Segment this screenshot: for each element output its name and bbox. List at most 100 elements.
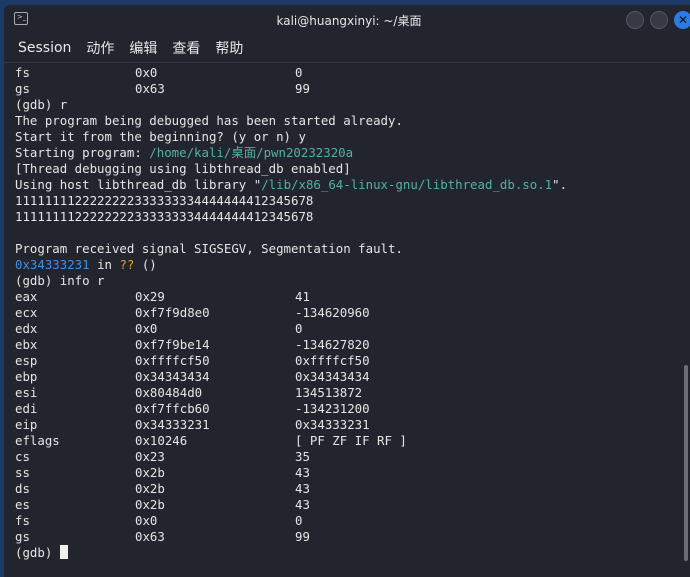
text: Using host libthread_db library " <box>15 177 262 192</box>
text: The program being debugged has been star… <box>15 113 403 128</box>
register-value: -134620960 <box>295 305 370 320</box>
register-name: gs <box>15 529 30 544</box>
register-value: 0 <box>295 321 303 336</box>
terminal-line: 1111111122222222333333334444444412345678 <box>15 209 690 225</box>
library-path: /lib/x86_64-linux-gnu/libthread_db.so.1 <box>261 177 553 192</box>
text: () <box>134 257 157 272</box>
register-value: 41 <box>295 289 310 304</box>
menu-edit[interactable]: 编辑 <box>129 38 157 58</box>
register-hex: 0x63 <box>135 529 165 544</box>
register-name: ecx <box>15 305 38 320</box>
register-value: 134513872 <box>295 385 363 400</box>
register-value: 35 <box>295 449 310 464</box>
register-name: es <box>15 497 30 512</box>
register-hex: 0x0 <box>135 321 158 336</box>
unknown-symbol: ?? <box>119 257 135 272</box>
register-row: esp 0xffffcf50 0xffffcf50 <box>15 353 690 369</box>
register-row: esi 0x80484d0 134513872 <box>15 385 690 401</box>
register-row: eflags 0x10246 [ PF ZF IF RF ] <box>15 433 690 449</box>
cursor <box>59 545 68 559</box>
terminal-line: Start it from the beginning? (y or n) y <box>15 129 690 145</box>
program-path: /home/kali/桌面/pwn20232320a <box>149 145 354 160</box>
register-value: 43 <box>295 481 310 496</box>
menu-help[interactable]: 帮助 <box>215 38 243 58</box>
register-hex: 0x80484d0 <box>135 385 203 400</box>
register-row: ds 0x2b 43 <box>15 481 690 497</box>
register-hex: 0x0 <box>135 513 158 528</box>
terminal-line: (gdb) <box>15 545 690 561</box>
terminal-line: Starting program: /home/kali/桌面/pwn20232… <box>15 145 690 161</box>
register-row: edi 0xf7ffcb60 -134231200 <box>15 401 690 417</box>
fault-address: 0x34333231 <box>15 257 90 272</box>
register-value: 99 <box>295 529 310 544</box>
register-row: edx 0x0 0 <box>15 321 690 337</box>
register-name: eip <box>15 417 38 432</box>
register-row: es 0x2b 43 <box>15 497 690 513</box>
register-hex: 0xf7f9be14 <box>135 337 210 352</box>
register-hex: 0x2b <box>135 497 165 512</box>
text: (gdb) r <box>15 97 68 112</box>
terminal-line: 1111111122222222333333334444444412345678 <box>15 193 690 209</box>
register-value: 43 <box>295 497 310 512</box>
register-hex: 0xf7ffcb60 <box>135 401 210 416</box>
register-row: fs 0x0 0 <box>15 65 690 81</box>
menu-actions[interactable]: 动作 <box>86 38 114 58</box>
register-value: -134627820 <box>295 337 370 352</box>
register-value: 0xffffcf50 <box>295 353 370 368</box>
register-value: 99 <box>295 81 310 96</box>
register-row: gs 0x63 99 <box>15 81 690 97</box>
text: [Thread debugging using libthread_db ena… <box>15 161 351 176</box>
register-hex: 0x63 <box>135 81 165 96</box>
terminal-line: (gdb) r <box>15 97 690 113</box>
register-hex: 0x34333231 <box>135 417 210 432</box>
terminal-line: Program received signal SIGSEGV, Segment… <box>15 241 690 257</box>
register-name: cs <box>15 449 30 464</box>
register-hex: 0x29 <box>135 289 165 304</box>
register-name: esi <box>15 385 38 400</box>
scrollbar[interactable] <box>684 365 688 561</box>
text: (gdb) info r <box>15 273 105 288</box>
maximize-button[interactable] <box>650 11 668 29</box>
title-bar: >_ kali@huangxinyi: ~/桌面 ✕ <box>4 5 690 33</box>
register-row: fs 0x0 0 <box>15 513 690 529</box>
text: in <box>89 257 120 272</box>
register-name: edx <box>15 321 38 336</box>
minimize-button[interactable] <box>626 11 644 29</box>
register-value: -134231200 <box>295 401 370 416</box>
program-output: 1111111122222222333333334444444412345678 <box>15 193 314 208</box>
text: Start it from the beginning? (y or n) y <box>15 129 306 144</box>
register-value: 0 <box>295 65 303 80</box>
close-button[interactable]: ✕ <box>674 11 690 29</box>
terminal-line: 0x34333231 in ?? () <box>15 257 690 273</box>
register-name: eflags <box>15 433 60 448</box>
signal-message: Program received signal SIGSEGV, Segment… <box>15 241 403 256</box>
terminal-output[interactable]: fs 0x0 0 gs 0x63 99 (gdb) r The program being d… <box>4 63 690 561</box>
register-row: cs 0x23 35 <box>15 449 690 465</box>
register-name: esp <box>15 353 38 368</box>
register-name: ebx <box>15 337 38 352</box>
register-name: edi <box>15 401 38 416</box>
register-hex: 0x0 <box>135 65 158 80</box>
register-name: fs <box>15 513 30 528</box>
terminal-window: >_ kali@huangxinyi: ~/桌面 ✕ Session 动作 编辑… <box>4 5 690 577</box>
register-hex: 0x10246 <box>135 433 188 448</box>
register-hex: 0xf7f9d8e0 <box>135 305 210 320</box>
register-row: eax 0x29 41 <box>15 289 690 305</box>
register-row: ebx 0xf7f9be14 -134627820 <box>15 337 690 353</box>
menu-view[interactable]: 查看 <box>172 38 200 58</box>
register-name: ds <box>15 481 30 496</box>
register-value: 0x34343434 <box>295 369 370 384</box>
register-hex: 0x23 <box>135 449 165 464</box>
menu-session[interactable]: Session <box>18 40 71 56</box>
register-value: 43 <box>295 465 310 480</box>
register-row: ss 0x2b 43 <box>15 465 690 481</box>
register-row: ebp 0x34343434 0x34343434 <box>15 369 690 385</box>
register-hex: 0x34343434 <box>135 369 210 384</box>
register-row: eip 0x34333231 0x34333231 <box>15 417 690 433</box>
register-row: ecx 0xf7f9d8e0 -134620960 <box>15 305 690 321</box>
text: Starting program: <box>15 145 150 160</box>
register-hex: 0x2b <box>135 481 165 496</box>
window-title: kali@huangxinyi: ~/桌面 <box>276 14 422 28</box>
text: ". <box>552 177 568 192</box>
